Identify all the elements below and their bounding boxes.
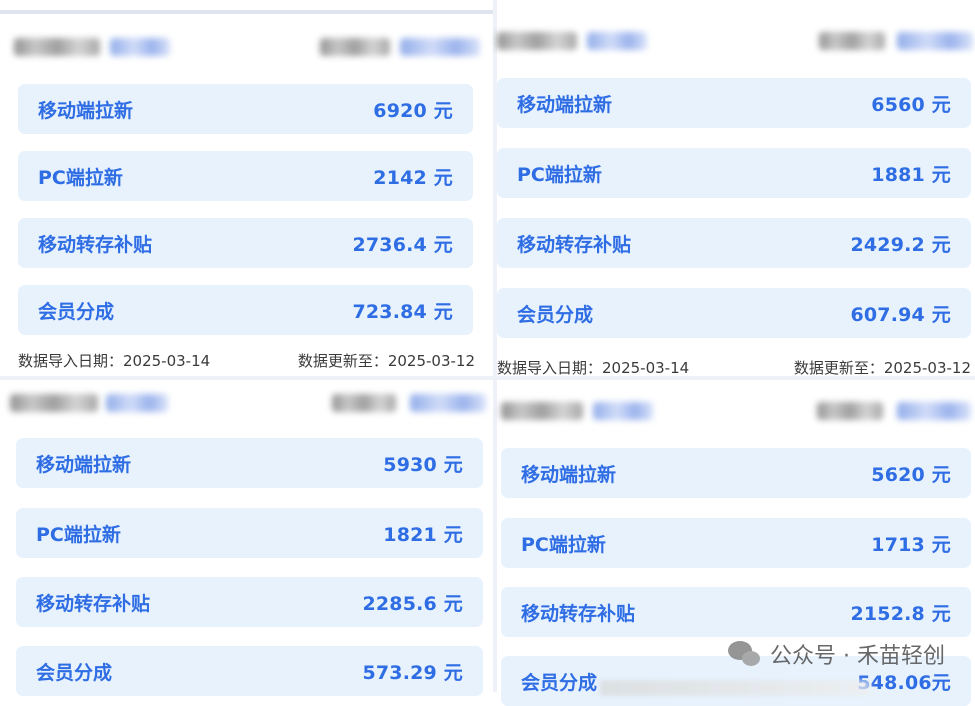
- stat-label: PC端拉新: [38, 166, 123, 189]
- stat-value: 548.06元: [857, 671, 951, 694]
- stat-label: 会员分成: [38, 300, 115, 323]
- panel-footer: 数据导入日期：2025-03-14 数据更新至：2025-03-12: [18, 349, 475, 371]
- stat-label: 会员分成: [517, 303, 594, 326]
- stat-value: 2736.4 元: [352, 233, 453, 256]
- watermark-text: 公众号 · 禾苗轻创: [770, 644, 945, 669]
- stat-label: 会员分成: [521, 671, 598, 694]
- stat-value: 723.84 元: [352, 300, 453, 323]
- stat-label: 会员分成: [36, 661, 113, 684]
- stat-row: 移动端拉新 6920 元: [18, 84, 473, 134]
- stat-row: 移动端拉新 6560 元: [497, 78, 971, 128]
- stat-label: 移动端拉新: [521, 463, 617, 486]
- earnings-panel-1: 移动端拉新 6920 元 PC端拉新 2142 元 移动转存补贴 2736.4 元 会…: [0, 14, 493, 376]
- import-date: 数据导入日期：2025-03-14: [18, 351, 211, 370]
- stat-value: 5930 元: [383, 453, 463, 476]
- stat-label: 移动端拉新: [36, 453, 132, 476]
- stat-value: 6560 元: [871, 93, 951, 116]
- stat-value: 2285.6 元: [362, 592, 463, 615]
- stat-label: 移动端拉新: [38, 99, 134, 122]
- watermark: 公众号 · 禾苗轻创: [728, 638, 945, 670]
- updated-to-date: 数据更新至：2025-03-12: [297, 351, 475, 370]
- stat-label: 移动端拉新: [517, 93, 613, 116]
- stat-row: 移动端拉新 5620 元: [501, 448, 971, 498]
- stat-value: 607.94 元: [850, 303, 951, 326]
- stat-label: 移动转存补贴: [517, 233, 632, 256]
- stat-value: 2142 元: [373, 166, 453, 189]
- panel-footer: 数据导入日期：2025-03-14 数据更新至：2025-03-12: [497, 356, 971, 378]
- stat-row: PC端拉新 2142 元: [18, 151, 473, 201]
- stat-label: 移动转存补贴: [521, 602, 636, 625]
- earnings-panel-3: 移动端拉新 5930 元 PC端拉新 1821 元 移动转存补贴 2285.6 元 会…: [0, 380, 493, 696]
- stat-value: 573.29 元: [362, 661, 463, 684]
- stat-row: 移动转存补贴 2429.2 元: [497, 218, 971, 268]
- stat-row: 会员分成 723.84 元: [18, 285, 473, 335]
- stat-value: 2152.8 元: [850, 602, 951, 625]
- stat-label: PC端拉新: [36, 523, 121, 546]
- earnings-panel-2: 移动端拉新 6560 元 PC端拉新 1881 元 移动转存补贴 2429.2 元 会…: [497, 0, 975, 378]
- wechat-icon: [728, 641, 762, 667]
- stat-row: PC端拉新 1713 元: [501, 518, 971, 568]
- stat-row: 会员分成 607.94 元: [497, 288, 971, 338]
- stat-value: 5620 元: [871, 463, 951, 486]
- import-date: 数据导入日期：2025-03-14: [497, 358, 690, 377]
- stat-row: 会员分成 573.29 元: [16, 646, 483, 696]
- updated-to-date: 数据更新至：2025-03-12: [793, 358, 971, 377]
- stat-label: 移动转存补贴: [38, 233, 153, 256]
- stat-row: 移动转存补贴 2152.8 元: [501, 587, 971, 637]
- stat-row: 移动转存补贴 2736.4 元: [18, 218, 473, 268]
- stat-value: 1821 元: [383, 523, 463, 546]
- stat-value: 1713 元: [871, 533, 951, 556]
- stat-row: 移动端拉新 5930 元: [16, 438, 483, 488]
- stat-row: 移动转存补贴 2285.6 元: [16, 577, 483, 627]
- stat-value: 6920 元: [373, 99, 453, 122]
- stat-value: 1881 元: [871, 163, 951, 186]
- stat-label: PC端拉新: [517, 163, 602, 186]
- stat-label: PC端拉新: [521, 533, 606, 556]
- stat-value: 2429.2 元: [850, 233, 951, 256]
- faded-watermark-ghost: [600, 680, 870, 696]
- stat-label: 移动转存补贴: [36, 592, 151, 615]
- stat-row: PC端拉新 1881 元: [497, 148, 971, 198]
- stat-row: PC端拉新 1821 元: [16, 508, 483, 558]
